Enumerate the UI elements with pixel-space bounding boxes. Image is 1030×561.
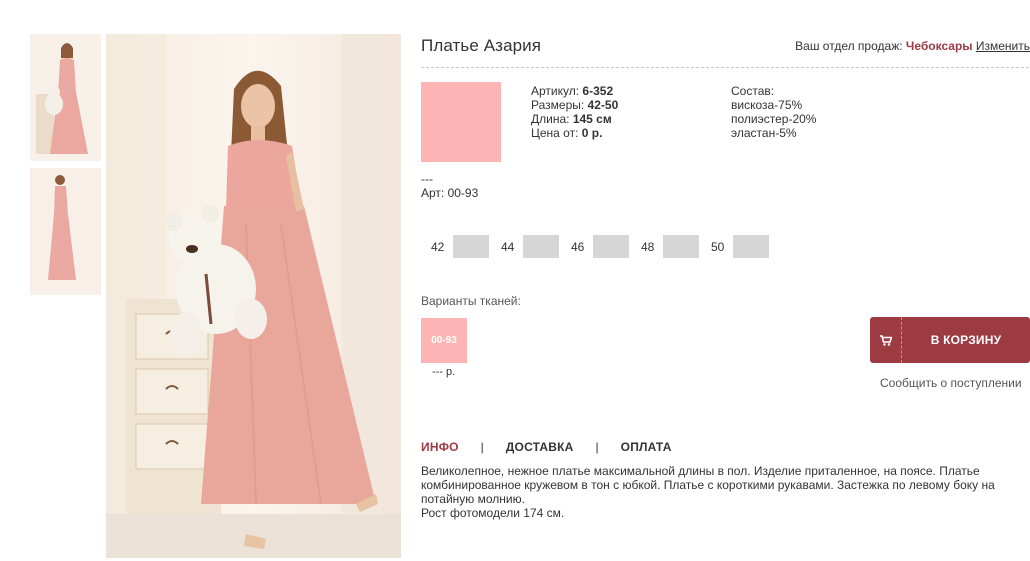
spec-article: Артикул: 6-352 — [531, 84, 618, 98]
spec-price-label: Цена от: — [531, 126, 579, 140]
composition-item: полиэстер-20% — [731, 112, 817, 126]
size-option[interactable]: 50 — [711, 235, 769, 258]
sales-department-label: Ваш отдел продаж: — [795, 39, 903, 53]
product-description: Великолепное, нежное платье максимальной… — [421, 464, 1016, 520]
tab-delivery[interactable]: ДОСТАВКА — [506, 440, 574, 454]
composition-item: вискоза-75% — [731, 98, 803, 112]
thumbnail-front-photo — [30, 34, 101, 161]
size-number: 46 — [571, 239, 585, 254]
spec-length-label: Длина: — [531, 112, 570, 126]
fabric-variant-price: --- р. — [432, 366, 456, 378]
spec-length: Длина: 145 см — [531, 112, 618, 126]
size-number: 42 — [431, 239, 445, 254]
notify-when-available-link[interactable]: Сообщить о поступлении — [880, 376, 1022, 390]
tab-info[interactable]: ИНФО — [421, 440, 459, 454]
size-quantity-box[interactable] — [663, 235, 699, 258]
thumbnail-back[interactable] — [30, 168, 101, 295]
spec-article-value: 6-352 — [582, 84, 614, 98]
thumbnail-front[interactable] — [30, 34, 101, 161]
fabric-variants-label: Варианты тканей: — [421, 294, 521, 308]
product-art-code: Арт: 00-93 — [421, 186, 479, 200]
size-number: 50 — [711, 239, 725, 254]
size-selector: 42 44 46 48 50 — [431, 235, 781, 258]
product-specs: Артикул: 6-352 Размеры: 42-50 Длина: 145… — [531, 84, 618, 140]
size-option[interactable]: 44 — [501, 235, 559, 258]
main-product-photo[interactable] — [106, 34, 401, 558]
fabric-variant[interactable]: 00-93 — [421, 318, 467, 363]
size-quantity-box[interactable] — [523, 235, 559, 258]
spec-sizes-value: 42-50 — [587, 98, 619, 112]
main-photo-image — [106, 34, 401, 558]
cart-icon — [870, 317, 902, 363]
sales-department: Ваш отдел продаж: Чебоксары Изменить — [795, 39, 1030, 53]
size-quantity-box[interactable] — [453, 235, 489, 258]
composition-label: Состав: — [731, 84, 775, 98]
change-department-link[interactable]: Изменить — [976, 39, 1030, 53]
size-quantity-box[interactable] — [733, 235, 769, 258]
sales-department-city: Чебоксары — [905, 39, 973, 53]
tab-payment[interactable]: ОПЛАТА — [621, 440, 672, 454]
add-to-cart-label: В КОРЗИНУ — [930, 333, 1002, 347]
spec-article-label: Артикул: — [531, 84, 580, 98]
spec-sizes: Размеры: 42-50 — [531, 98, 618, 112]
size-option[interactable]: 48 — [641, 235, 699, 258]
header-divider — [421, 67, 1029, 68]
product-title: Платье Азария — [421, 36, 542, 55]
composition-item: эластан-5% — [731, 126, 797, 140]
size-option[interactable]: 42 — [431, 235, 489, 258]
size-option[interactable]: 46 — [571, 235, 629, 258]
color-swatch — [421, 82, 501, 162]
spec-length-value: 145 см — [572, 112, 612, 126]
tab-separator: | — [480, 440, 484, 454]
placeholder-dashes: --- — [421, 172, 433, 186]
size-number: 48 — [641, 239, 655, 254]
spec-price-value: 0 р. — [581, 126, 603, 140]
info-tabs: ИНФО | ДОСТАВКА | ОПЛАТА — [421, 440, 672, 454]
spec-sizes-label: Размеры: — [531, 98, 585, 112]
tab-separator: | — [595, 440, 599, 454]
size-quantity-box[interactable] — [593, 235, 629, 258]
thumbnail-back-photo — [30, 168, 101, 295]
model-height: Рост фотомодели 174 см. — [421, 506, 565, 520]
composition: Состав: вискоза-75% полиэстер-20% эласта… — [731, 84, 816, 140]
description-text: Великолепное, нежное платье максимальной… — [421, 464, 995, 506]
add-to-cart-button[interactable]: В КОРЗИНУ — [870, 317, 1030, 363]
spec-price: Цена от: 0 р. — [531, 126, 618, 140]
size-number: 44 — [501, 239, 515, 254]
